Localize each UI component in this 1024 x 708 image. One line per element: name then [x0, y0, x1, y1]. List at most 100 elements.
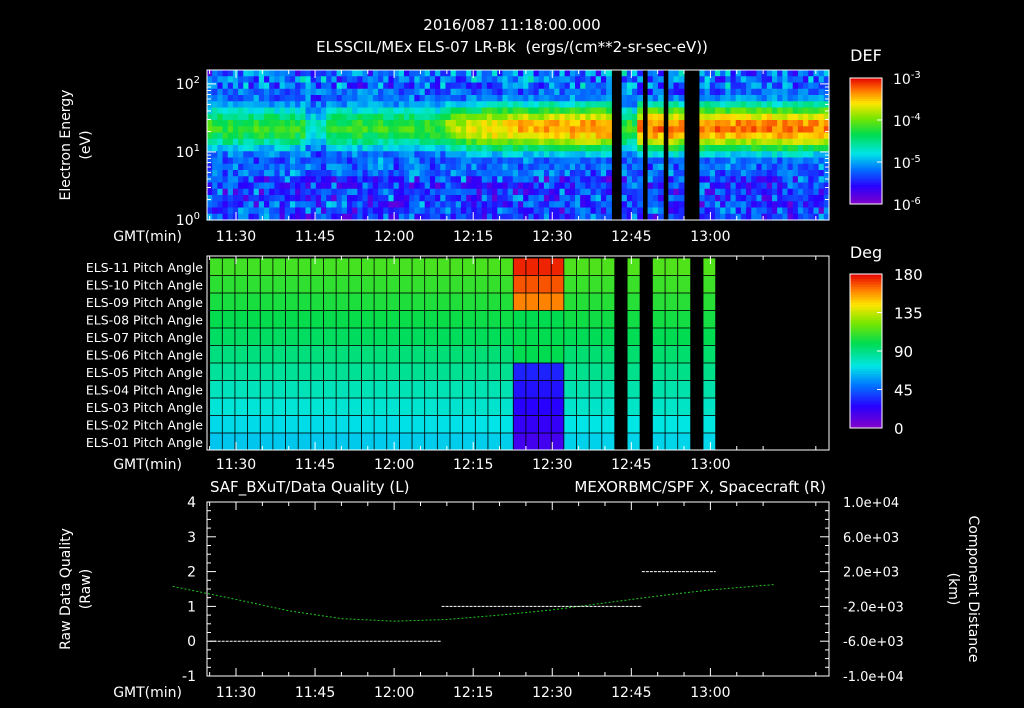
- energy-cell: [362, 76, 369, 84]
- pitch-cell: [209, 275, 223, 294]
- energy-cell: [751, 176, 758, 184]
- energy-cell: [264, 207, 270, 215]
- pitch-cell: [576, 362, 590, 382]
- energy-cell: [274, 101, 281, 109]
- pitch-cell: [398, 257, 413, 277]
- energy-cell: [709, 157, 716, 165]
- energy-cell: [269, 95, 275, 102]
- energy-cell: [564, 113, 571, 121]
- energy-cell: [507, 126, 514, 134]
- energy-cell: [761, 101, 768, 109]
- left-tick-label: 4: [187, 495, 196, 511]
- time-tick-label: 11:45: [295, 229, 335, 245]
- energy-cell: [771, 82, 778, 90]
- energy-cell: [378, 176, 384, 184]
- pitch-cell: [677, 345, 692, 364]
- energy-cell: [777, 195, 783, 202]
- energy-cell: [409, 157, 415, 165]
- energy-cell: [466, 88, 472, 96]
- energy-cell: [357, 151, 364, 159]
- energy-cell: [357, 145, 364, 152]
- pitch-cell: [323, 292, 337, 312]
- energy-cell: [735, 163, 742, 171]
- energy-cell: [502, 95, 509, 102]
- energy-cell: [450, 195, 457, 202]
- energy-cell: [518, 201, 524, 209]
- energy-cell: [279, 120, 286, 127]
- energy-cell: [590, 132, 597, 140]
- energy-cell: [730, 82, 737, 90]
- energy-cell: [787, 207, 794, 215]
- energy-cell: [243, 126, 250, 134]
- energy-cell: [486, 95, 493, 102]
- energy-cell: [652, 207, 659, 215]
- energy-cell: [803, 88, 809, 96]
- energy-cell: [393, 163, 400, 171]
- energy-cell: [248, 120, 255, 127]
- energy-cell: [398, 101, 405, 109]
- energy-cell: [740, 132, 747, 140]
- energy-cell: [730, 101, 737, 109]
- energy-cell: [621, 70, 628, 77]
- energy-cell: [771, 126, 778, 134]
- energy-cell: [740, 207, 747, 215]
- energy-cell: [321, 151, 327, 159]
- energy-cell: [569, 195, 576, 202]
- energy-cell: [466, 101, 472, 109]
- energy-cell: [326, 201, 332, 209]
- time-tick-label: 12:15: [453, 229, 493, 245]
- energy-cell: [383, 120, 390, 127]
- energy-cell: [549, 88, 555, 96]
- energy-cell: [657, 70, 664, 77]
- energy-cell: [492, 113, 498, 121]
- energy-cell: [388, 182, 395, 190]
- energy-cell: [652, 101, 659, 109]
- energy-cell: [606, 151, 612, 159]
- energy-cell: [528, 188, 535, 196]
- energy-cell: [450, 107, 457, 115]
- energy-cell: [279, 76, 286, 84]
- energy-cell: [502, 82, 509, 90]
- energy-cell: [372, 207, 379, 215]
- energy-cell: [626, 107, 633, 115]
- energy-cell: [771, 113, 778, 121]
- energy-cell: [673, 95, 680, 102]
- energy-cell: [419, 151, 426, 159]
- energy-cell: [435, 201, 441, 209]
- pitch-cell: [563, 380, 578, 399]
- energy-cell: [626, 201, 633, 209]
- energy-cell: [575, 201, 581, 209]
- energy-cell: [305, 76, 312, 84]
- pitch-cell: [652, 345, 666, 364]
- energy-cell: [575, 95, 581, 102]
- energy-cell: [782, 163, 789, 171]
- energy-cell: [673, 82, 680, 90]
- pitch-cell: [348, 257, 363, 277]
- energy-cell: [543, 151, 550, 159]
- energy-cell: [751, 76, 758, 84]
- energy-cell: [471, 157, 478, 165]
- energy-cell: [279, 170, 286, 177]
- energy-cell: [523, 107, 529, 115]
- energy-cell: [346, 70, 353, 77]
- pitch-cell: [247, 380, 261, 399]
- energy-cell: [279, 70, 286, 77]
- energy-cell: [429, 101, 436, 109]
- energy-cell: [502, 195, 509, 202]
- energy-cell: [512, 151, 519, 159]
- energy-cell: [549, 82, 555, 90]
- pitch-cell: [424, 327, 439, 347]
- energy-cell: [269, 157, 275, 165]
- energy-cell: [543, 207, 550, 215]
- energy-cell: [357, 157, 364, 165]
- energy-cell: [518, 126, 524, 134]
- energy-cell: [575, 88, 581, 96]
- energy-cell: [600, 157, 607, 165]
- pitch-cell: [525, 362, 540, 382]
- energy-cell: [777, 201, 783, 209]
- energy-cell: [383, 82, 390, 90]
- energy-cell: [435, 176, 441, 184]
- energy-cell: [657, 82, 664, 90]
- energy-cell: [258, 88, 265, 96]
- pitch-cell: [335, 257, 350, 277]
